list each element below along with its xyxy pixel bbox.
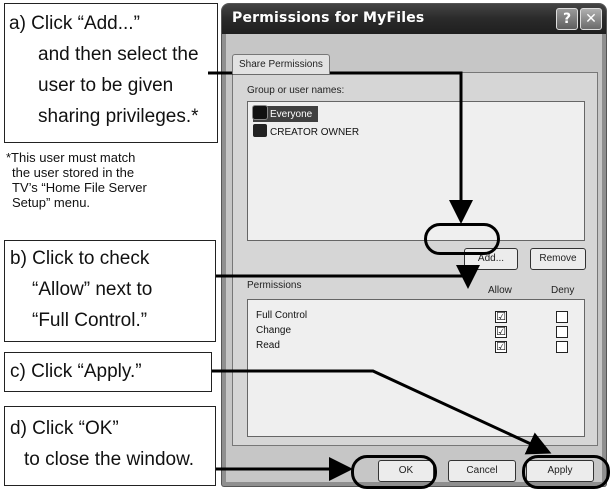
permission-name: Full Control: [256, 310, 308, 321]
callout-text: b) Click to check: [10, 248, 150, 269]
user-group-icon: [253, 106, 267, 119]
group-name: CREATOR OWNER: [270, 127, 360, 138]
deny-read-checkbox[interactable]: [556, 341, 568, 353]
permissions-list: Full Control ☑ Change ☑ Read ☑: [247, 299, 585, 437]
tab-panel: Group or user names: Everyone CREATOR OW…: [232, 72, 598, 446]
close-button[interactable]: ✕: [580, 8, 602, 30]
deny-change-checkbox[interactable]: [556, 326, 568, 338]
dialog-body: Share Permissions Group or user names: E…: [226, 34, 602, 482]
remove-button[interactable]: Remove: [530, 248, 586, 270]
callout-b: b) Click to check “Allow” next to “Full …: [4, 240, 216, 342]
permissions-dialog: Permissions for MyFiles ? ✕ Share Permis…: [222, 4, 606, 486]
callout-text: c) Click “Apply.”: [10, 361, 142, 382]
apply-button[interactable]: Apply: [526, 460, 594, 482]
deny-full-control-checkbox[interactable]: [556, 311, 568, 323]
add-button[interactable]: Add...: [464, 248, 518, 270]
callout-a: a) Click “Add...” and then select the us…: [4, 3, 218, 143]
cancel-button[interactable]: Cancel: [448, 460, 516, 482]
group-user-list[interactable]: Everyone CREATOR OWNER: [247, 101, 585, 241]
user-group-icon: [253, 124, 267, 137]
callout-text: a) Click “Add...”: [9, 13, 140, 34]
list-item-everyone[interactable]: Everyone: [253, 106, 319, 122]
list-item-creator-owner[interactable]: CREATOR OWNER: [253, 124, 359, 140]
callout-text: to close the window.: [24, 449, 195, 470]
allow-column-header: Allow: [488, 285, 512, 296]
callout-text: and then select the: [38, 44, 199, 65]
ok-button[interactable]: OK: [378, 460, 434, 482]
permission-row-full-control: Full Control ☑: [248, 310, 584, 324]
callout-c: c) Click “Apply.”: [4, 352, 212, 392]
group-name: Everyone: [270, 109, 313, 120]
note-text: TV’s “Home File Server: [12, 180, 147, 195]
allow-read-checkbox[interactable]: ☑: [495, 341, 507, 353]
callout-text: “Allow” next to: [32, 279, 153, 300]
permissions-label: Permissions: [247, 280, 302, 291]
callout-text: sharing privileges.*: [38, 106, 199, 127]
callout-text: “Full Control.”: [32, 310, 148, 331]
permission-row-change: Change ☑: [248, 325, 584, 339]
permission-name: Read: [256, 340, 280, 351]
title-bar: Permissions for MyFiles ? ✕: [222, 4, 606, 34]
callout-text: user to be given: [38, 75, 174, 96]
help-button[interactable]: ?: [556, 8, 578, 30]
permission-name: Change: [256, 325, 292, 336]
note-text: the user stored in the: [12, 165, 135, 180]
group-list-label: Group or user names:: [247, 85, 345, 96]
note-text: Setup” menu.: [12, 195, 91, 210]
tab-share-permissions[interactable]: Share Permissions: [232, 54, 330, 74]
allow-full-control-checkbox[interactable]: ☑: [495, 311, 507, 323]
deny-column-header: Deny: [551, 285, 575, 296]
callout-d: d) Click “OK” to close the window.: [4, 406, 216, 486]
note-text: *This user must match: [6, 150, 136, 165]
user-match-note: *This user must match the user stored in…: [6, 150, 216, 210]
allow-change-checkbox[interactable]: ☑: [495, 326, 507, 338]
callout-text: d) Click “OK”: [10, 418, 119, 439]
permission-row-read: Read ☑: [248, 340, 584, 354]
dialog-title: Permissions for MyFiles: [232, 10, 425, 26]
